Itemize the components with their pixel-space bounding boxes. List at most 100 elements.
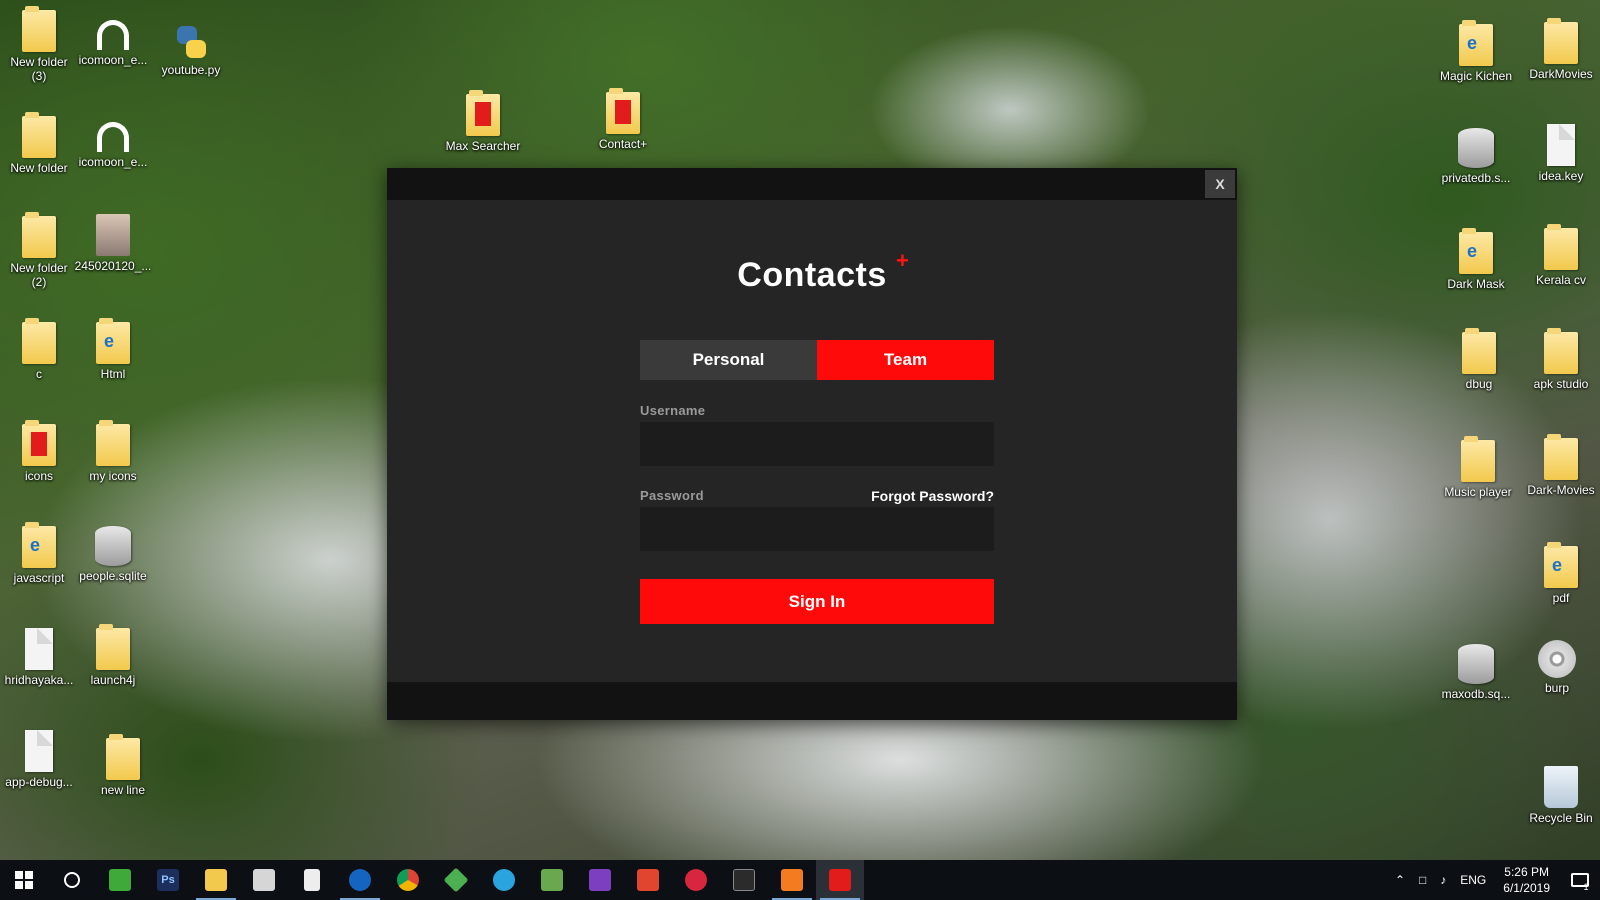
desktop-icon-new-line[interactable]: new line [84,734,162,797]
desktop-icon-label: New folder (3) [10,55,68,83]
taskbar-app-telegram[interactable] [480,860,528,900]
folder-icon [22,112,56,158]
desktop-icon-label: 245020120_... [74,259,152,273]
taskbar-app-c[interactable] [624,860,672,900]
taskbar-app-photoshop[interactable]: Ps [144,860,192,900]
desktop-icon-html[interactable]: e Html [74,318,152,381]
clock[interactable]: 5:26 PM 6/1/2019 [1493,864,1560,896]
desktop-icon-my-icons[interactable]: my icons [74,420,152,483]
taskbar-app-contacts[interactable] [816,860,864,900]
taskbar-app-chrome[interactable] [384,860,432,900]
desktop-icon-idea-key[interactable]: idea.key [1522,124,1600,183]
folder-red-icon [606,88,640,134]
desktop-icon-new-folder-3[interactable]: New folder (3) [0,6,78,83]
action-center-button[interactable]: 1 [1560,860,1600,900]
desktop-icon-label: Contact+ [598,137,648,151]
desktop-icon-label: app-debug... [5,775,73,789]
recycle-bin-icon [1544,766,1578,808]
cortana-search-button[interactable] [48,860,96,900]
taskbar-app-xampp[interactable] [768,860,816,900]
folder-icon [205,869,227,891]
chrome-icon [397,869,419,891]
desktop-icon-apk-studio[interactable]: apk studio [1522,328,1600,391]
desktop-icon-kerala-cv[interactable]: Kerala cv [1522,224,1600,287]
desktop-icon-dbug[interactable]: dbug [1440,328,1518,391]
desktop-icon-magic-kichen[interactable]: e Magic Kichen [1434,20,1518,83]
window-titlebar[interactable]: X [387,168,1237,200]
folder-icon [1544,328,1578,374]
taskbar-app-camtasia[interactable] [96,860,144,900]
desktop-icon-c[interactable]: c [0,318,78,381]
camtasia-icon [109,869,131,891]
desktop-icon-label: new line [100,783,146,797]
chevron-up-icon[interactable]: ⌃ [1388,873,1412,887]
database-icon [95,526,131,566]
desktop-icon-launch4j[interactable]: launch4j [74,624,152,687]
desktop-icon-new-folder-2[interactable]: New folder (2) [0,212,78,289]
c-icon [637,869,659,891]
desktop-icon-label: hridhayaka... [4,673,74,687]
desktop-icon-label: Html [100,367,126,381]
taskbar-app-search-tool[interactable] [672,860,720,900]
volume-icon[interactable]: ♪ [1433,873,1453,887]
taskbar-app-spreadsheet[interactable] [528,860,576,900]
password-field[interactable] [640,507,994,551]
folder-icon [96,624,130,670]
database-icon [1458,128,1494,168]
account-type-tabs: Personal Team [640,340,994,380]
taskbar-app-visual-studio[interactable] [576,860,624,900]
folder-ie-icon: e [1544,542,1578,588]
contacts-app-icon [829,869,851,891]
desktop-icon-label: Dark-Movies [1527,483,1595,497]
taskbar-app-sketchup[interactable] [432,860,480,900]
taskbar-app-terminal[interactable] [720,860,768,900]
taskbar-app-notepad[interactable] [288,860,336,900]
taskbar-app-mail[interactable] [240,860,288,900]
desktop-icon-label: Kerala cv [1535,273,1587,287]
desktop-icon-label: c [36,367,42,381]
desktop-icon-label: Max Searcher [445,139,521,153]
close-button[interactable]: X [1205,170,1235,198]
desktop-icon-max-searcher[interactable]: Max Searcher [438,90,528,153]
desktop-icon-photo[interactable]: 245020120_... [74,214,152,273]
desktop-icon-app-debug[interactable]: app-debug... [0,730,78,789]
desktop-icon-music-player[interactable]: Music player [1434,436,1522,499]
desktop-icon-youtube-py[interactable]: youtube.py [152,24,230,77]
desktop-icon-label: youtube.py [161,63,221,77]
app-logo: Contacts + [387,248,1237,295]
desktop-icon-icons[interactable]: icons [0,420,78,483]
file-icon [25,730,53,772]
desktop-icon-dark-mask[interactable]: e Dark Mask [1434,228,1518,291]
desktop-icon-hridhayaka[interactable]: hridhayaka... [0,628,78,687]
folder-icon [22,212,56,258]
desktop-icon-label: people.sqlite [79,569,147,583]
folder-red-icon [22,420,56,466]
magnifier-icon [685,869,707,891]
desktop-icon-maxodb[interactable]: maxodb.sq... [1434,644,1518,701]
tab-team[interactable]: Team [817,340,994,380]
file-icon [25,628,53,670]
taskbar-app-firefox[interactable] [336,860,384,900]
desktop-icon-people-sqlite[interactable]: people.sqlite [74,526,152,583]
sign-in-button[interactable]: Sign In [640,579,994,624]
desktop-icon-icomoon-2[interactable]: icomoon_e... [74,114,152,169]
desktop-icon-privatedb[interactable]: privatedb.s... [1434,128,1518,185]
desktop-icon-javascript[interactable]: e javascript [0,522,78,585]
desktop-icon-new-folder[interactable]: New folder [0,112,78,175]
network-icon[interactable]: □ [1412,873,1433,887]
desktop-icon-dark-movies[interactable]: Dark-Movies [1522,434,1600,497]
desktop-icon-contact-plus[interactable]: Contact+ [584,88,662,151]
desktop-icon-darkmovies[interactable]: DarkMovies [1522,18,1600,81]
forgot-password-link[interactable]: Forgot Password? [871,488,994,504]
language-indicator[interactable]: ENG [1453,873,1493,887]
notification-count: 1 [1583,882,1589,892]
start-button[interactable] [0,860,48,900]
desktop-icon-pdf[interactable]: e pdf [1522,542,1600,605]
desktop-icon-recycle-bin[interactable]: Recycle Bin [1522,766,1600,825]
username-field[interactable] [640,422,994,466]
folder-ie-icon: e [96,318,130,364]
taskbar-app-file-explorer[interactable] [192,860,240,900]
tab-personal[interactable]: Personal [640,340,817,380]
desktop-icon-burp[interactable]: burp [1518,640,1596,695]
desktop-icon-icomoon-1[interactable]: icomoon_e... [74,12,152,67]
